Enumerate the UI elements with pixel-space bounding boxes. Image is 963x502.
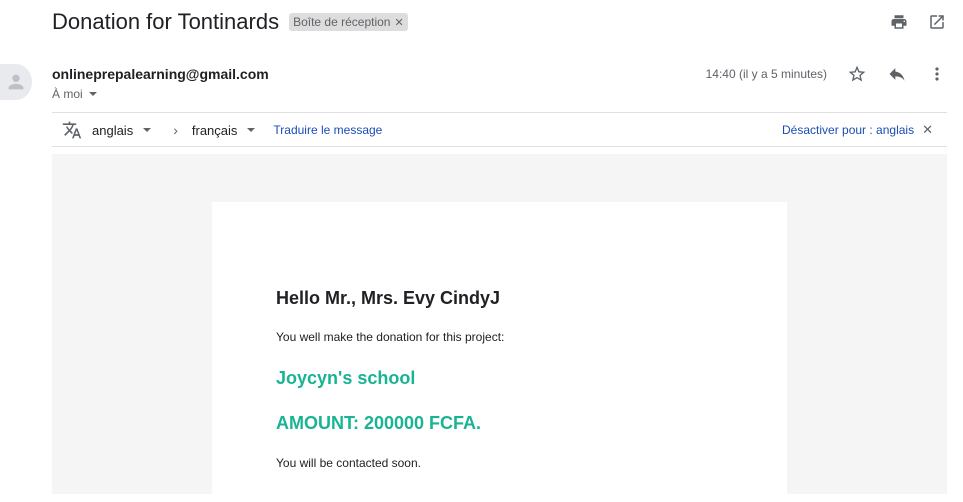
disable-translation-label: Désactiver pour : anglais [782, 123, 915, 137]
donation-intro-text: You well make the donation for this proj… [276, 330, 505, 344]
more-vert-icon[interactable] [927, 64, 947, 84]
source-language-label: anglais [92, 122, 134, 138]
contact-note-text: You will be contacted soon. [276, 456, 421, 470]
target-language-label: français [191, 122, 238, 138]
inbox-label-chip[interactable]: Boîte de réception ✕ [289, 13, 408, 31]
star-icon[interactable] [847, 64, 867, 84]
open-in-new-window-icon[interactable] [927, 12, 947, 32]
chevron-right-icon: › [173, 122, 178, 138]
chevron-down-icon [143, 128, 152, 132]
translate-bar: anglais › français Traduire le message D… [62, 118, 933, 142]
message-time: 14:40 (il y a 5 minutes) [705, 67, 827, 81]
sender-address[interactable]: onlineprepalearning@gmail.com [52, 66, 269, 82]
reply-icon[interactable] [887, 64, 907, 84]
divider [52, 112, 947, 113]
recipient-dropdown[interactable]: À moi [52, 87, 97, 101]
message-actions [847, 64, 947, 84]
email-subject: Donation for Tontinards [52, 9, 280, 34]
project-name: Joycyn's school [276, 368, 416, 388]
top-actions [889, 12, 947, 32]
donation-amount: AMOUNT: 200000 FCFA. [276, 413, 482, 433]
source-language-select[interactable]: anglais [92, 122, 152, 138]
recipient-label: À moi [52, 87, 83, 101]
close-icon[interactable]: ✕ [922, 122, 933, 138]
message-card: Hello Mr., Mrs. Evy CindyJ You well make… [212, 202, 787, 502]
translate-icon [62, 120, 82, 140]
inbox-label-text: Boîte de réception [293, 15, 391, 29]
print-icon[interactable] [889, 12, 909, 32]
target-language-select[interactable]: français [192, 123, 256, 138]
greeting-heading: Hello Mr., Mrs. Evy CindyJ [276, 288, 501, 308]
subject-row: Donation for Tontinards Boîte de récepti… [52, 8, 408, 36]
sender-avatar[interactable] [0, 64, 32, 100]
chevron-down-icon [88, 92, 97, 96]
disable-translation-link[interactable]: Désactiver pour : anglais ✕ [782, 122, 933, 138]
divider [52, 146, 947, 147]
chevron-down-icon [247, 128, 256, 132]
remove-label-icon[interactable]: ✕ [394, 16, 403, 29]
person-icon [8, 74, 24, 90]
translate-message-link[interactable]: Traduire le message [273, 123, 382, 137]
